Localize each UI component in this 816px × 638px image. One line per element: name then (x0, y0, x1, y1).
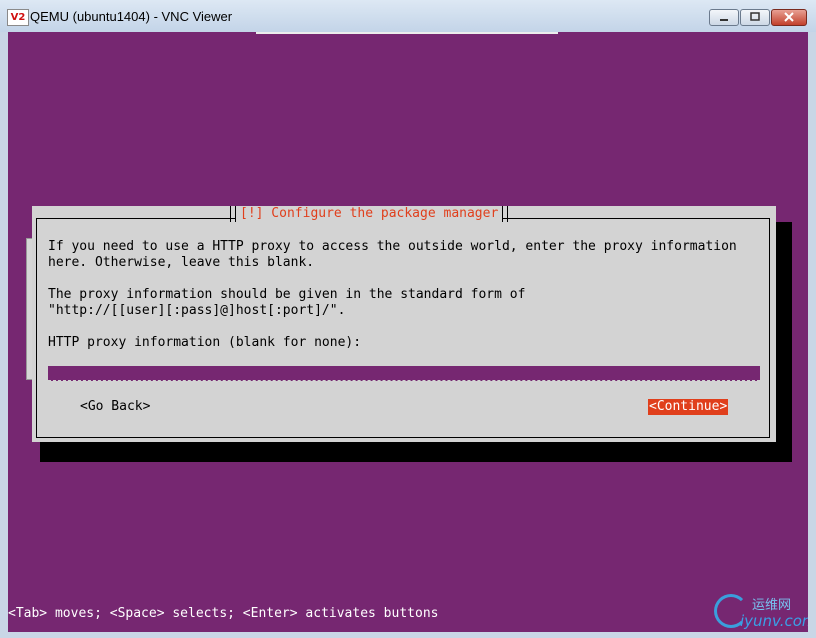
window-frame-left (0, 32, 8, 638)
info-text-line-1: If you need to use a HTTP proxy to acces… (48, 239, 737, 254)
watermark-cn-text: 运维网 (752, 598, 792, 613)
continue-button[interactable]: <Continue> (648, 399, 729, 415)
info-text-line-4: "http://[[user][:pass]@]host[:port]/". (48, 303, 346, 318)
background-panel-fragment (256, 32, 558, 34)
site-watermark: 运维网 iyunv.com (714, 592, 808, 632)
vnc-screen[interactable]: [!] Configure the package manager If you… (8, 32, 808, 632)
minimize-button[interactable] (709, 9, 739, 26)
vnc-viewer-icon: V2 (7, 9, 29, 26)
window-titlebar: V2 QEMU (ubuntu1404) - VNC Viewer (0, 0, 816, 33)
go-back-button[interactable]: <Go Back> (80, 399, 150, 415)
proxy-prompt-label: HTTP proxy information (blank for none): (48, 335, 362, 350)
dialog-title: [!] Configure the package manager (229, 206, 509, 222)
maximize-icon (750, 12, 760, 21)
window-frame-right (808, 32, 816, 638)
info-text-line-3: The proxy information should be given in… (48, 287, 526, 302)
window-title: QEMU (ubuntu1404) - VNC Viewer (30, 9, 233, 24)
maximize-button[interactable] (740, 9, 770, 26)
minimize-icon (720, 19, 728, 21)
close-icon (784, 12, 794, 22)
close-button[interactable] (771, 9, 807, 26)
watermark-domain: iyunv.com (740, 612, 808, 630)
status-bar-hint: <Tab> moves; <Space> selects; <Enter> ac… (8, 606, 439, 621)
proxy-input[interactable] (48, 366, 760, 381)
info-text-line-2: here. Otherwise, leave this blank. (48, 255, 315, 270)
